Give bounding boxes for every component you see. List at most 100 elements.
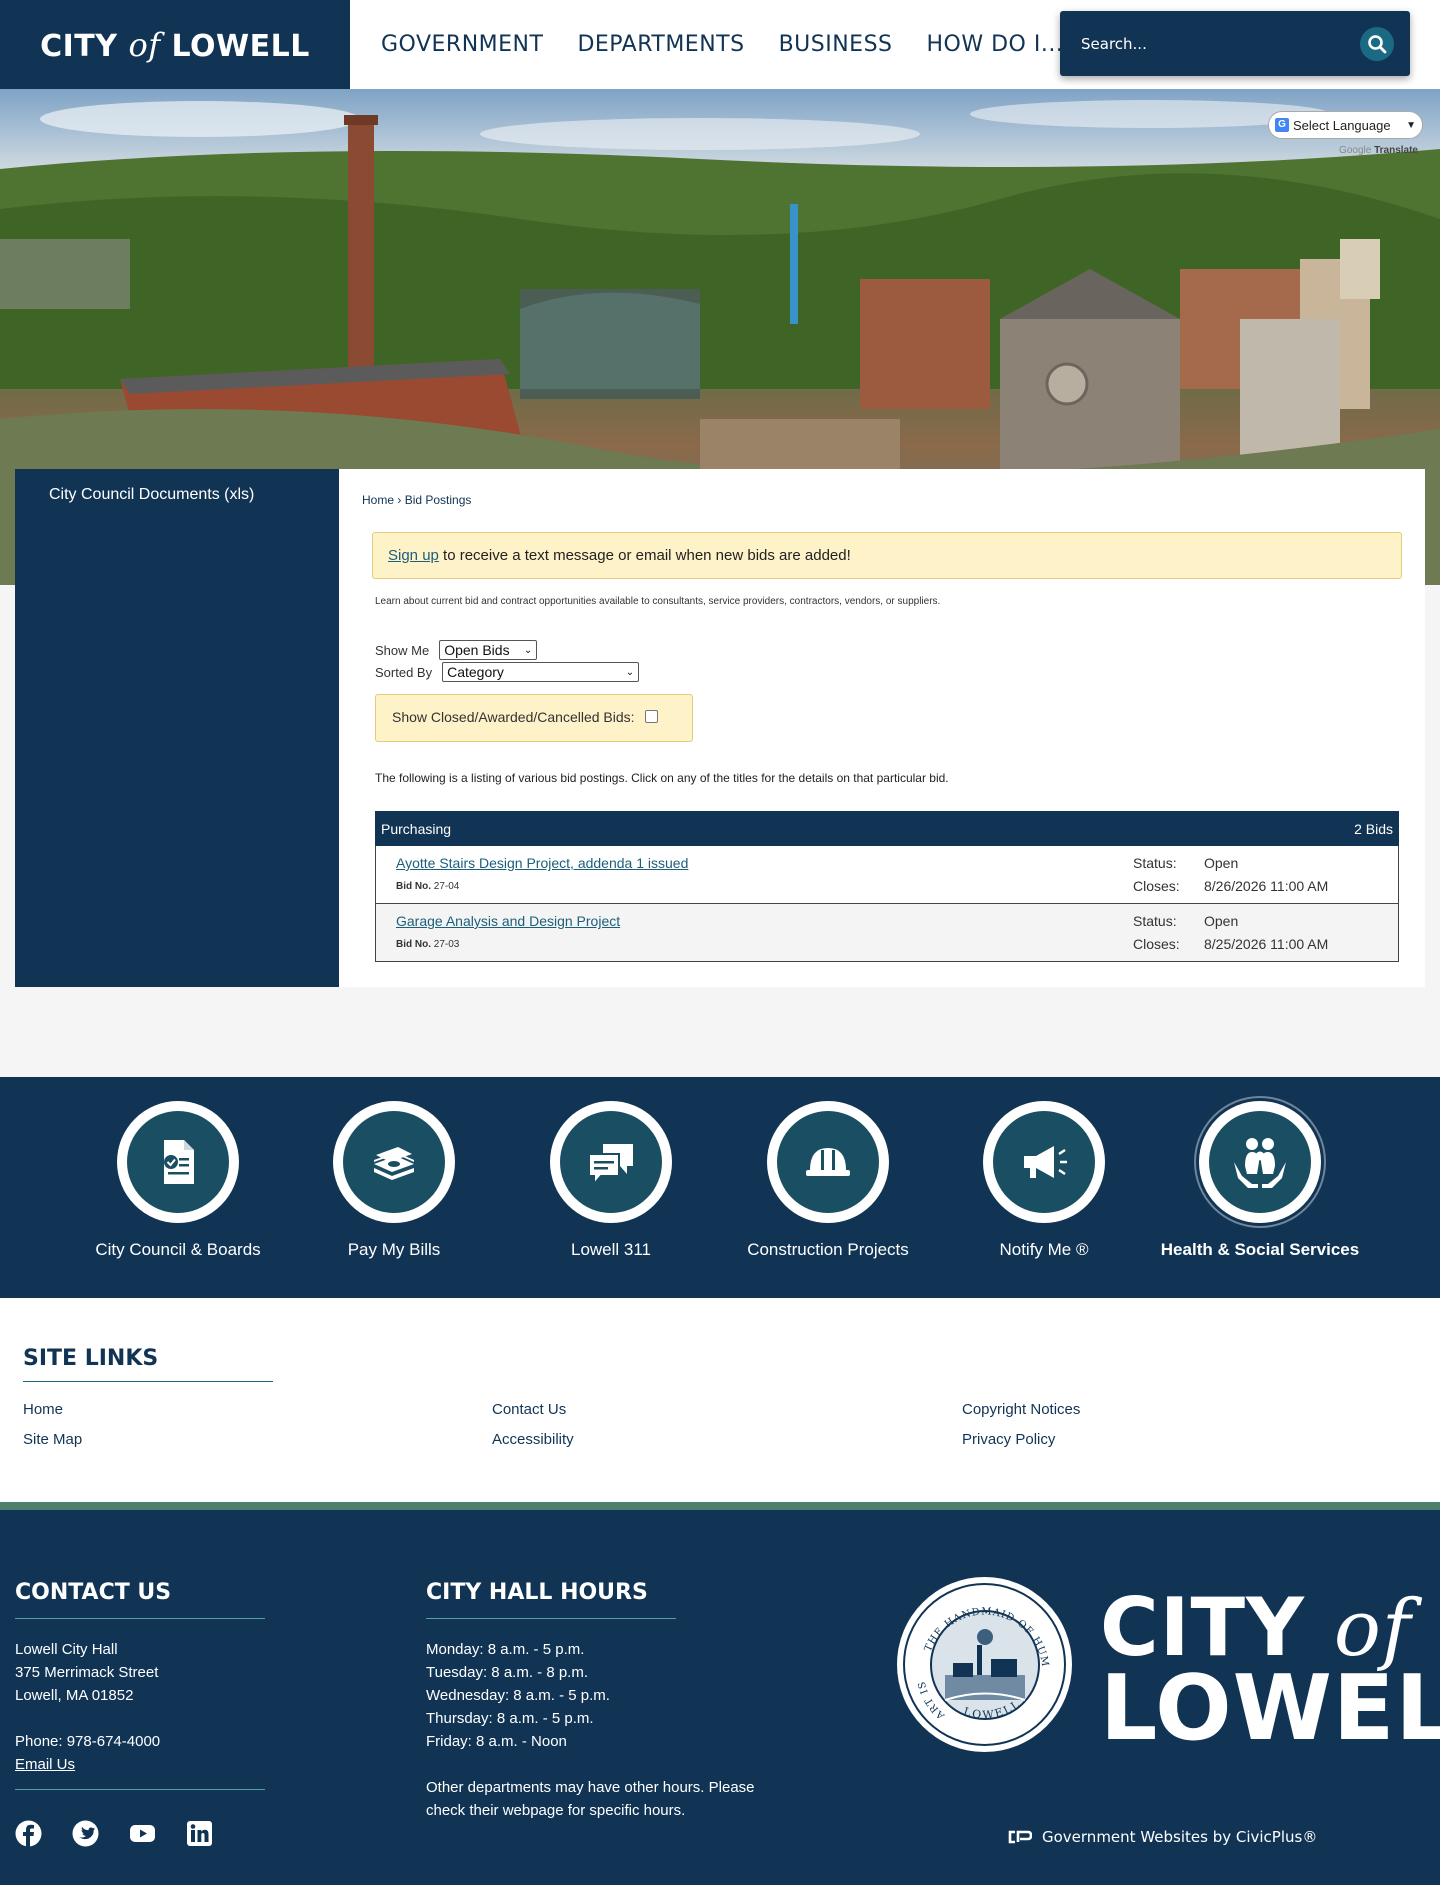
email-us-link[interactable]: Email Us (15, 1753, 160, 1776)
divider (15, 1618, 265, 1619)
quick-link-city-council-boards[interactable]: City Council & Boards (68, 1101, 288, 1260)
city-hall-hours-title: CITY HALL HOURS (426, 1580, 648, 1605)
listing-note: The following is a listing of various bi… (375, 771, 949, 785)
civicplus-icon (1008, 1830, 1032, 1844)
search-box (1060, 11, 1410, 76)
bid-number: Bid No. 27-04 (396, 881, 460, 892)
signup-alert: Sign up to receive a text message or ema… (372, 532, 1402, 579)
search-icon (1368, 35, 1387, 54)
breadcrumb-current[interactable]: Bid Postings (405, 493, 472, 507)
footer-link-home[interactable]: Home (23, 1401, 63, 1418)
contact-phone: Phone: 978-674-4000 (15, 1733, 161, 1750)
logo-wordmark: CITY of LOWELL (40, 25, 310, 64)
show-me-label: Show Me (375, 642, 430, 658)
show-me-row: Show Me Open Bids ⌄ (375, 640, 538, 660)
breadcrumb: Home › Bid Postings (362, 493, 471, 507)
bid-status: Status: Open (1133, 913, 1239, 929)
footer-link-privacy-policy[interactable]: Privacy Policy (962, 1431, 1055, 1448)
bid-closes: Closes: 8/25/2026 11:00 AM (1133, 936, 1329, 952)
quick-links-bar: City Council & Boards Pay My Bills Lowel… (0, 1077, 1440, 1298)
quick-link-health-social-services[interactable]: Health & Social Services (1150, 1101, 1370, 1260)
footer-city-logo[interactable]: CITY of LOWELL (1100, 1588, 1440, 1754)
bid-closes: Closes: 8/26/2026 11:00 AM (1133, 878, 1329, 894)
search-button[interactable] (1360, 27, 1394, 61)
document-check-icon (164, 1140, 194, 1184)
bid-postings-panel: Home › Bid Postings Sign up to receive a… (339, 469, 1425, 987)
show-closed-checkbox[interactable] (644, 710, 658, 723)
bid-table: Purchasing 2 Bids Ayotte Stairs Design P… (375, 811, 1399, 962)
site-header: CITY of LOWELL GOVERNMENT DEPARTMENTS BU… (0, 0, 1440, 89)
show-closed-label: Show Closed/Awarded/Cancelled Bids: (392, 709, 635, 725)
site-links-title: SITE LINKS (23, 1346, 159, 1371)
bid-category-header: Purchasing 2 Bids (375, 811, 1399, 846)
nav-business[interactable]: BUSINESS (779, 32, 893, 57)
contact-address: Lowell City Hall 375 Merrimack Street Lo… (15, 1638, 160, 1776)
divider (0, 1502, 1440, 1510)
signup-link[interactable]: Sign up (388, 547, 439, 564)
city-logo[interactable]: CITY of LOWELL (0, 0, 350, 89)
sidebar: City Council Documents (xls) (15, 469, 339, 987)
svg-text:THE HANDMAID OF HUMAN GOOD: THE HANDMAID OF HUMAN GOOD (905, 1585, 1050, 1668)
twitter-icon[interactable] (72, 1820, 99, 1847)
sorted-by-label: Sorted By (375, 664, 433, 680)
bid-title-link[interactable]: Ayotte Stairs Design Project, addenda 1 … (396, 855, 688, 871)
quick-link-lowell-311[interactable]: Lowell 311 (501, 1101, 721, 1260)
site-footer: CONTACT US Lowell City Hall 375 Merrimac… (0, 1510, 1440, 1885)
site-links-section: SITE LINKS Home Site Map Contact Us Acce… (0, 1298, 1440, 1502)
translate-widget: G Select Language ▼ Google Translate (1268, 111, 1424, 156)
facebook-icon[interactable] (15, 1820, 42, 1847)
bid-row: Ayotte Stairs Design Project, addenda 1 … (375, 846, 1399, 904)
main-nav: GOVERNMENT DEPARTMENTS BUSINESS HOW DO I… (381, 0, 1063, 89)
sorted-by-row: Sorted By Category ⌄ (375, 662, 640, 682)
quick-link-construction-projects[interactable]: Construction Projects (718, 1101, 938, 1260)
seal-emblem: THE HANDMAID OF HUMAN GOOD ART IS LOWELL (905, 1585, 1050, 1722)
language-select[interactable]: G Select Language ▼ (1268, 111, 1423, 139)
nav-government[interactable]: GOVERNMENT (381, 32, 543, 57)
money-stack-icon (374, 1147, 414, 1180)
footer-link-site-map[interactable]: Site Map (23, 1431, 82, 1448)
chevron-down-icon: ⌄ (523, 644, 533, 656)
sorted-by-select[interactable]: Category ⌄ (442, 662, 640, 682)
bid-category-name: Purchasing (381, 820, 452, 837)
megaphone-icon (1024, 1146, 1067, 1178)
city-seal: THE HANDMAID OF HUMAN GOOD ART IS LOWELL (897, 1577, 1072, 1752)
divider (426, 1618, 676, 1619)
svg-text:ART IS: ART IS (916, 1680, 947, 1722)
chat-bubbles-icon (588, 1144, 633, 1187)
breadcrumb-separator: › (397, 493, 402, 507)
quick-link-notify-me[interactable]: Notify Me ® (934, 1101, 1154, 1260)
show-me-select[interactable]: Open Bids ⌄ (439, 640, 538, 660)
bid-title-link[interactable]: Garage Analysis and Design Project (396, 913, 620, 929)
chevron-down-icon: ⌄ (625, 666, 635, 678)
search-input[interactable] (1060, 34, 1350, 53)
breadcrumb-home[interactable]: Home (362, 493, 394, 507)
translate-credit[interactable]: Google Translate (1268, 145, 1424, 156)
svg-text:LOWELL: LOWELL (962, 1697, 1024, 1722)
nav-how-do-i[interactable]: HOW DO I... (927, 32, 1064, 57)
quick-link-pay-my-bills[interactable]: Pay My Bills (284, 1101, 504, 1260)
linkedin-icon[interactable] (186, 1820, 213, 1847)
hard-hat-icon (806, 1148, 850, 1176)
divider (15, 1789, 265, 1790)
google-translate-icon: G (1275, 118, 1289, 132)
nav-departments[interactable]: DEPARTMENTS (577, 32, 744, 57)
footer-link-copyright-notices[interactable]: Copyright Notices (962, 1401, 1080, 1418)
city-hall-hours: Monday: 8 a.m. - 5 p.m. Tuesday: 8 a.m. … (426, 1641, 755, 1819)
contact-us-title: CONTACT US (15, 1580, 172, 1605)
youtube-icon[interactable] (129, 1820, 156, 1847)
bid-status: Status: Open (1133, 855, 1239, 871)
intro-text: Learn about current bid and contract opp… (375, 596, 941, 607)
civicplus-link[interactable]: Government Websites by CivicPlus® (1008, 1828, 1317, 1846)
social-links (15, 1820, 213, 1847)
bid-row: Garage Analysis and Design Project Bid N… (375, 904, 1399, 962)
footer-link-accessibility[interactable]: Accessibility (492, 1431, 574, 1448)
bid-count: 2 Bids (1354, 820, 1393, 837)
family-hands-icon (1234, 1138, 1286, 1188)
bid-number: Bid No. 27-03 (396, 939, 460, 950)
footer-link-contact-us[interactable]: Contact Us (492, 1401, 566, 1418)
show-closed-filter: Show Closed/Awarded/Cancelled Bids: (375, 694, 693, 742)
sidebar-item-city-council-documents[interactable]: City Council Documents (xls) (15, 469, 339, 504)
signup-alert-text: to receive a text message or email when … (438, 547, 851, 564)
divider (23, 1381, 273, 1382)
chevron-down-icon: ▼ (1406, 119, 1416, 131)
